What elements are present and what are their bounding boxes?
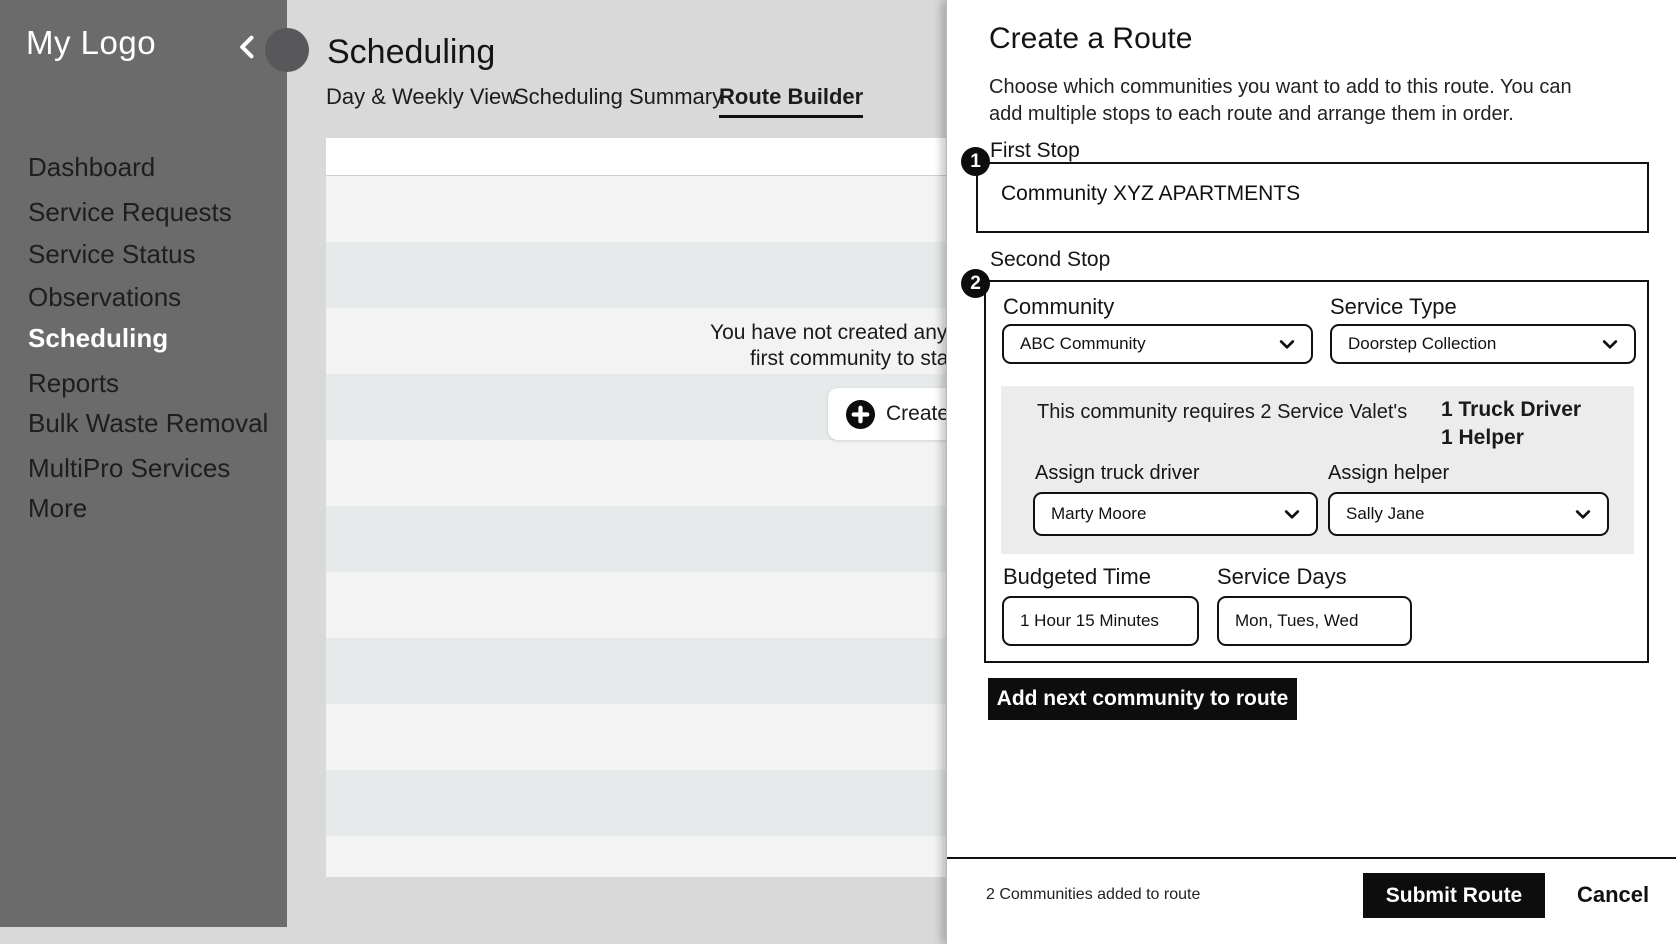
sidebar-collapse-handle[interactable] [265,28,309,72]
footer-divider [947,857,1676,859]
community-select[interactable]: ABC Community [1002,324,1313,364]
page-title: Scheduling [327,33,495,72]
requirements-text: This community requires 2 Service Valet'… [1037,401,1407,424]
sidebar-item-service-status[interactable]: Service Status [28,239,196,270]
first-stop-label: First Stop [990,139,1080,163]
tab-scheduling-summary[interactable]: Scheduling Summary [514,84,723,110]
service-days-label: Service Days [1217,564,1347,590]
assign-truck-driver-value: Marty Moore [1051,504,1146,524]
cancel-button[interactable]: Cancel [1577,882,1649,908]
first-stop-badge: 1 [961,147,990,176]
service-days-input[interactable] [1217,596,1412,646]
panel-description: Choose which communities you want to add… [989,74,1595,128]
add-next-community-button[interactable]: Add next community to route [988,678,1297,720]
sidebar-item-reports[interactable]: Reports [28,368,119,399]
first-stop-input[interactable] [976,162,1649,233]
sidebar-item-multipro-services[interactable]: MultiPro Services [28,453,230,484]
second-stop-badge: 2 [961,269,990,298]
second-stop-label: Second Stop [990,248,1110,272]
requirements-counts: 1 Truck Driver 1 Helper [1441,396,1581,452]
chevron-down-icon [1277,334,1297,354]
assign-truck-driver-select[interactable]: Marty Moore [1033,492,1318,536]
tab-route-builder[interactable]: Route Builder [719,84,863,118]
panel-title: Create a Route [989,22,1192,56]
assign-truck-driver-label: Assign truck driver [1035,462,1200,485]
sidebar-item-bulk-waste-removal[interactable]: Bulk Waste Removal [28,408,268,439]
second-stop-group: Community Service Type ABC Community Doo… [984,280,1649,663]
budgeted-time-input[interactable] [1002,596,1199,646]
communities-added-status: 2 Communities added to route [986,886,1200,904]
sidebar-item-service-requests[interactable]: Service Requests [28,197,232,228]
sidebar-item-observations[interactable]: Observations [28,282,181,313]
truck-driver-count: 1 Truck Driver [1441,396,1581,424]
sidebar-item-dashboard[interactable]: Dashboard [28,152,155,183]
service-type-select-value: Doorstep Collection [1348,334,1496,354]
create-route-panel: Create a Route Choose which communities … [946,0,1676,944]
assign-helper-value: Sally Jane [1346,504,1424,524]
empty-state-line2: first community to start [750,347,961,371]
service-type-label: Service Type [1330,294,1457,320]
chevron-down-icon [1282,504,1302,524]
community-select-value: ABC Community [1020,334,1146,354]
sidebar-item-scheduling[interactable]: Scheduling [28,323,168,354]
community-label: Community [1003,294,1114,320]
tab-day-weekly-view[interactable]: Day & Weekly View [326,84,517,110]
assign-helper-select[interactable]: Sally Jane [1328,492,1609,536]
plus-circle-icon [845,399,876,430]
chevron-left-icon[interactable] [234,33,262,63]
empty-state-line1: You have not created any rou [710,321,984,345]
service-type-select[interactable]: Doorstep Collection [1330,324,1636,364]
assign-helper-label: Assign helper [1328,462,1449,485]
chevron-down-icon [1573,504,1593,524]
app-logo: My Logo [26,24,156,62]
budgeted-time-label: Budgeted Time [1003,564,1151,590]
helper-count: 1 Helper [1441,424,1581,452]
submit-route-button[interactable]: Submit Route [1363,873,1545,918]
chevron-down-icon [1600,334,1620,354]
requirements-box: This community requires 2 Service Valet'… [1001,386,1634,554]
sidebar: My Logo Dashboard Service Requests Servi… [0,0,287,927]
sidebar-item-more[interactable]: More [28,493,87,524]
